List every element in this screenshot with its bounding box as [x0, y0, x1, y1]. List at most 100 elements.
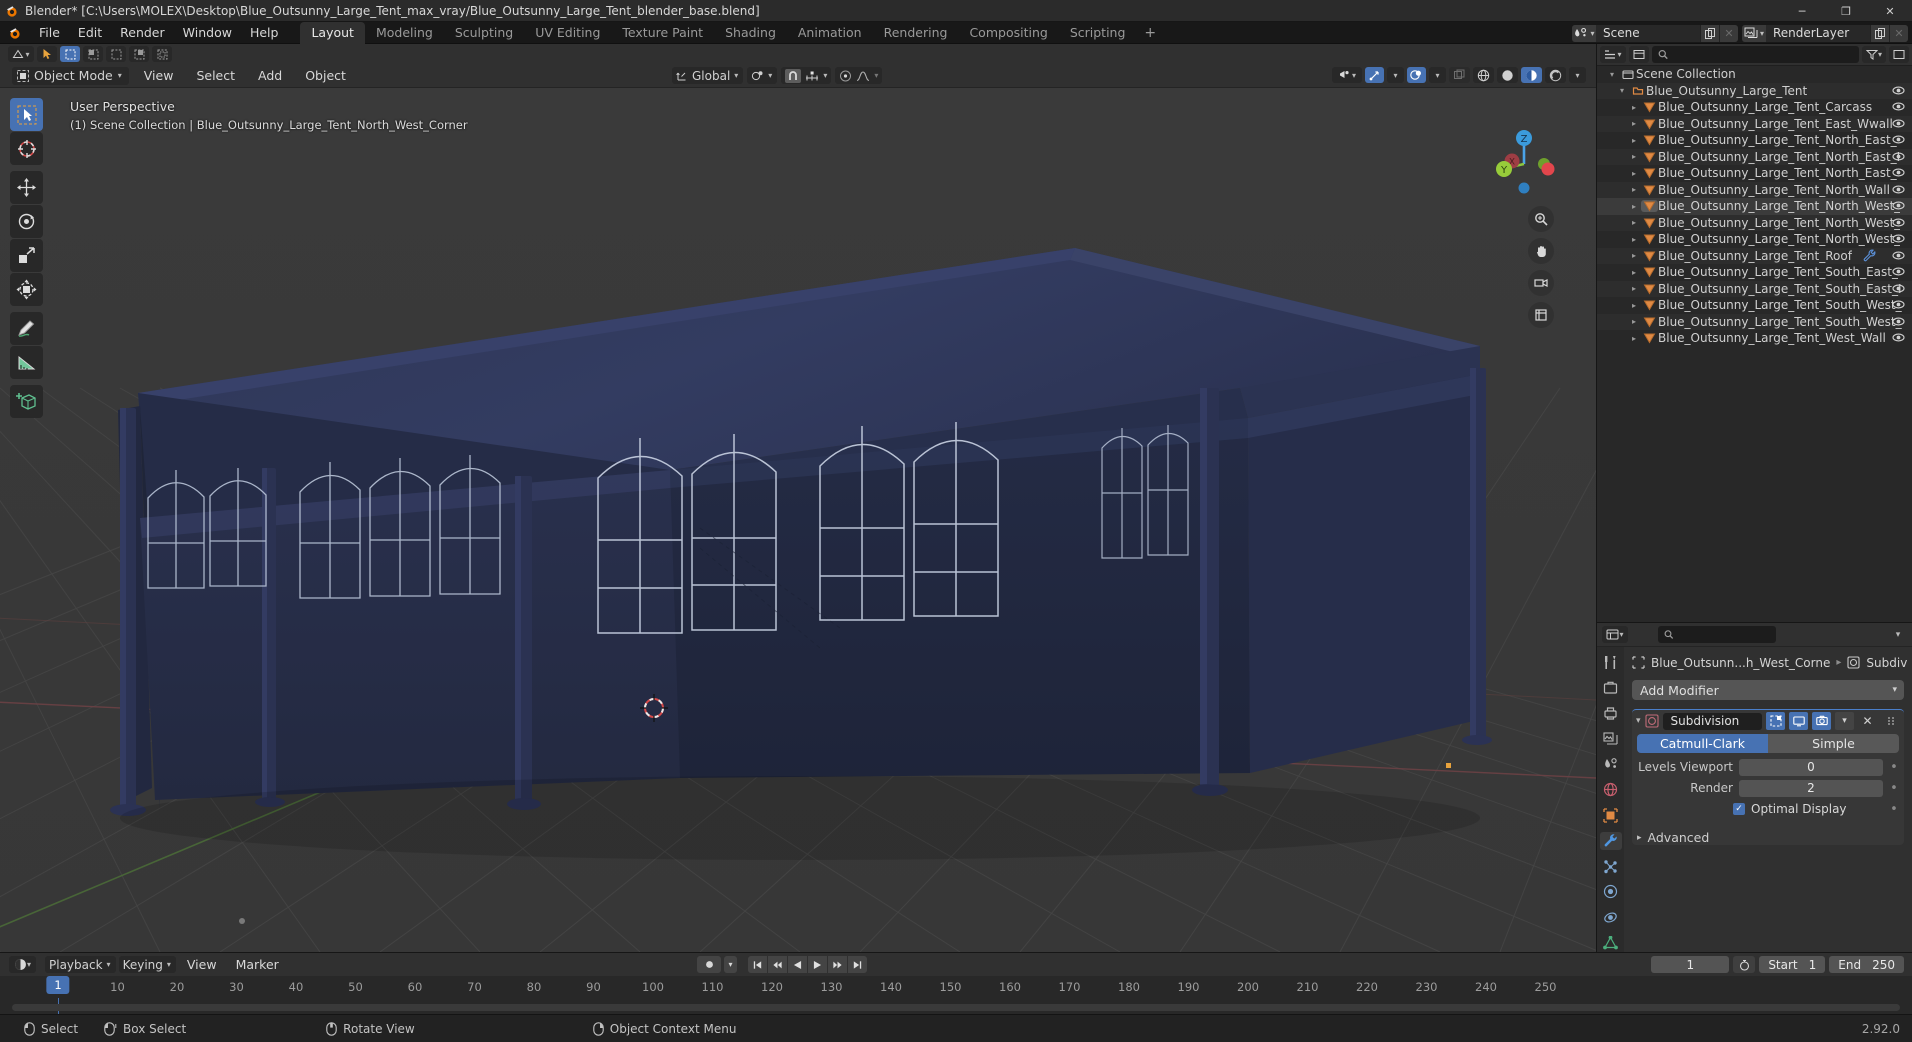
scene-icon[interactable]	[1600, 755, 1622, 774]
select-extend-mode[interactable]	[83, 46, 103, 62]
falloff-curve-icon[interactable]	[856, 70, 870, 82]
modifier-extras-dropdown[interactable]: ▾	[1835, 712, 1854, 730]
object-visibility-icon[interactable]	[1892, 117, 1905, 130]
transform-tool[interactable]	[10, 273, 43, 306]
shading-dropdown[interactable]: ▾	[1569, 67, 1586, 83]
auto-keying-dropdown[interactable]: ▾	[724, 956, 737, 973]
object-visibility-icon[interactable]	[1892, 331, 1905, 344]
object-visibility-icon[interactable]	[1892, 183, 1905, 196]
maximize-button[interactable]: ❐	[1824, 0, 1868, 22]
minimize-button[interactable]: ─	[1780, 0, 1824, 22]
select-invert-mode[interactable]	[129, 46, 149, 62]
select-intersect-mode[interactable]	[152, 46, 172, 62]
show-overlays-button[interactable]	[1407, 67, 1426, 83]
tab-modeling[interactable]: Modeling	[365, 22, 444, 44]
shading-material-button[interactable]	[1521, 67, 1542, 83]
object-expand-icon[interactable]: ▸	[1627, 136, 1641, 145]
timeline-playhead[interactable]: 1	[46, 976, 81, 1014]
outliner-scene-collection[interactable]: ▾ Scene Collection	[1597, 66, 1912, 83]
outliner-editor[interactable]: ▾ ▾ ▾ Scene Collection ▾ Blue_Outsunny_L…	[1596, 44, 1912, 622]
simple-button[interactable]: Simple	[1768, 734, 1899, 753]
viewport-menu-select[interactable]: Select	[188, 66, 243, 85]
outliner-object-row[interactable]: ▸ Blue_Outsunny_Large_Tent_North_West_	[1597, 214, 1912, 231]
move-tool[interactable]	[10, 171, 43, 204]
collection-collapse-icon[interactable]: ▾	[1615, 86, 1629, 95]
tab-compositing[interactable]: Compositing	[958, 22, 1058, 44]
hand-icon[interactable]	[1528, 238, 1554, 264]
collection-visibility-icon[interactable]	[1892, 84, 1905, 97]
outliner-object-row[interactable]: ▸ Blue_Outsunny_Large_Tent_South_East_I	[1597, 280, 1912, 297]
play-reverse-button[interactable]	[788, 956, 807, 973]
menu-window[interactable]: Window	[174, 23, 241, 42]
outliner-display-mode[interactable]	[1629, 46, 1649, 63]
play-button[interactable]	[808, 956, 827, 973]
outliner-filter-button[interactable]: ▾	[1862, 46, 1886, 63]
properties-filter-field[interactable]	[1677, 627, 1770, 642]
render-levels-animate-dot[interactable]: •	[1889, 781, 1899, 796]
modifier-drag-handle[interactable]	[1881, 712, 1900, 730]
menu-edit[interactable]: Edit	[69, 23, 111, 42]
timeline-editor-type[interactable]: ▾	[9, 956, 36, 973]
pivot-point-selector[interactable]: ▾	[747, 67, 778, 84]
outliner-search-input[interactable]	[1652, 46, 1859, 63]
outliner-object-row[interactable]: ▸ Blue_Outsunny_Large_Tent_North_East_	[1597, 165, 1912, 182]
output-icon[interactable]	[1600, 704, 1622, 723]
breadcrumb-object-name[interactable]: Blue_Outsunn...h_West_Corne	[1651, 656, 1830, 670]
jump-to-start-button[interactable]	[748, 956, 767, 973]
scene-selector[interactable]: ▾ Scene ✕	[1572, 24, 1738, 42]
viewlayer-selector[interactable]: ▾ RenderLayer ✕	[1742, 24, 1908, 42]
object-expand-icon[interactable]: ▸	[1627, 268, 1641, 277]
tab-texture-paint[interactable]: Texture Paint	[611, 22, 714, 44]
object-visibility-icon[interactable]	[1892, 232, 1905, 245]
object-expand-icon[interactable]: ▸	[1627, 169, 1641, 178]
object-visibility-icon[interactable]	[1892, 199, 1905, 212]
overlays-dropdown[interactable]: ▾	[1429, 67, 1446, 83]
select-box-mode[interactable]	[60, 46, 80, 62]
object-visibility-icon[interactable]	[1892, 315, 1905, 328]
outliner-object-row[interactable]: ▸ Blue_Outsunny_Large_Tent_South_East_	[1597, 264, 1912, 281]
render-levels-field[interactable]: 2	[1739, 779, 1883, 797]
tab-animation[interactable]: Animation	[787, 22, 873, 44]
tweak-select-tool[interactable]	[10, 98, 43, 131]
modifier-render-display-button[interactable]	[1812, 712, 1831, 730]
object-visibility-icon[interactable]	[1892, 133, 1905, 146]
annotate-tool[interactable]	[10, 312, 43, 345]
breadcrumb-modifier-name[interactable]: Subdiv	[1866, 656, 1907, 670]
catmull-clark-button[interactable]: Catmull-Clark	[1637, 734, 1768, 753]
viewport-canvas[interactable]: User Perspective (1) Scene Collection | …	[0, 88, 1596, 952]
properties-options-dropdown[interactable]: ▾	[1889, 626, 1907, 643]
tab-sculpting[interactable]: Sculpting	[444, 22, 524, 44]
menu-file[interactable]: File	[30, 23, 69, 42]
shading-solid-button[interactable]	[1497, 67, 1518, 83]
unlink-scene-button[interactable]: ✕	[1719, 24, 1738, 42]
collapse-arrow-icon[interactable]: ▾	[1605, 70, 1619, 79]
object-expand-icon[interactable]: ▸	[1627, 301, 1641, 310]
timeline-ruler[interactable]: 10 20 30 40 50 60 70 80 90 100 110 120 130 140 150 160 1…	[0, 976, 1912, 1014]
new-viewlayer-button[interactable]	[1870, 24, 1889, 42]
outliner-object-row[interactable]: ▸ Blue_Outsunny_Large_Tent_Roof	[1597, 247, 1912, 264]
outliner-object-row[interactable]: ▸ Blue_Outsunny_Large_Tent_North_East_	[1597, 132, 1912, 149]
show-gizmo-button[interactable]	[1365, 67, 1384, 83]
modifier-icon[interactable]	[1599, 831, 1622, 850]
advanced-section-header[interactable]: ▸ Advanced	[1637, 826, 1899, 845]
remove-viewlayer-button[interactable]: ✕	[1889, 24, 1908, 42]
optimal-display-animate-dot[interactable]: •	[1889, 802, 1899, 817]
timeline-menu-view[interactable]: View	[179, 955, 225, 974]
outliner-object-row[interactable]: ▸ Blue_Outsunny_Large_Tent_North_West_	[1597, 231, 1912, 248]
proportional-editing-controls[interactable]: ▾	[835, 67, 883, 84]
object-expand-icon[interactable]: ▸	[1627, 103, 1641, 112]
object-visibility-icon[interactable]	[1892, 282, 1905, 295]
timeline-horizontal-scrollbar[interactable]	[12, 1004, 1900, 1011]
outliner-object-row[interactable]: ▸ Blue_Outsunny_Large_Tent_South_West_	[1597, 313, 1912, 330]
outliner-object-row[interactable]: ▸ Blue_Outsunny_Large_Tent_Carcass	[1597, 99, 1912, 116]
data-icon[interactable]	[1600, 934, 1622, 953]
viewport-menu-object[interactable]: Object	[297, 66, 354, 85]
gizmo-dropdown[interactable]: ▾	[1387, 67, 1404, 83]
object-visibility-icon[interactable]	[1892, 265, 1905, 278]
modifier-delete-button[interactable]: ✕	[1858, 712, 1877, 730]
tent-3d-model[interactable]	[0, 88, 1596, 952]
viewport-menu-add[interactable]: Add	[250, 66, 290, 85]
use-preview-range-button[interactable]	[1733, 956, 1756, 973]
tab-scripting[interactable]: Scripting	[1059, 22, 1137, 44]
previous-keyframe-button[interactable]	[768, 956, 787, 973]
